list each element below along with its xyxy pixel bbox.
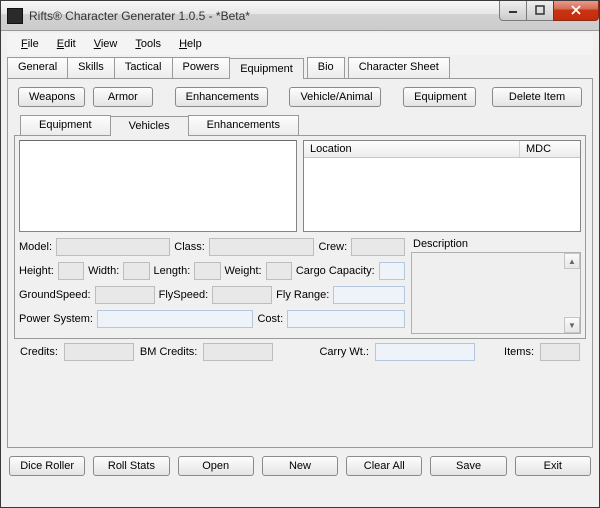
scroll-down-icon[interactable]: ▼ (564, 317, 580, 333)
input-weight[interactable] (266, 262, 292, 280)
input-flyspeed[interactable] (212, 286, 272, 304)
app-window: Rifts® Character Generater 1.0.5 - *Beta… (0, 0, 600, 508)
input-groundspeed[interactable] (95, 286, 155, 304)
titlebar: Rifts® Character Generater 1.0.5 - *Beta… (1, 1, 599, 31)
input-cost[interactable] (287, 310, 405, 328)
exit-button[interactable]: Exit (515, 456, 591, 476)
label-carrywt: Carry Wt.: (319, 346, 369, 358)
clear-all-button[interactable]: Clear All (346, 456, 422, 476)
description-scrollbar[interactable]: ▲ ▼ (564, 253, 580, 333)
open-button[interactable]: Open (178, 456, 254, 476)
input-flyrange[interactable] (333, 286, 405, 304)
input-model[interactable] (56, 238, 170, 256)
scroll-up-icon[interactable]: ▲ (564, 253, 580, 269)
label-bmcredits: BM Credits: (140, 346, 197, 358)
vehicle-animal-button[interactable]: Vehicle/Animal (289, 87, 381, 107)
tab-general[interactable]: General (7, 57, 68, 78)
label-weight: Weight: (225, 265, 262, 277)
label-items: Items: (504, 346, 534, 358)
input-length[interactable] (194, 262, 220, 280)
label-height: Height: (19, 265, 54, 277)
menu-view[interactable]: View (86, 36, 126, 52)
save-button[interactable]: Save (430, 456, 506, 476)
label-crew: Crew: (318, 241, 347, 253)
col-location[interactable]: Location (304, 141, 520, 157)
vehicle-list[interactable] (19, 140, 297, 232)
tab-powers[interactable]: Powers (172, 57, 231, 78)
roll-stats-button[interactable]: Roll Stats (93, 456, 169, 476)
menu-file[interactable]: File (13, 36, 47, 52)
menubar: File Edit View Tools Help (7, 33, 593, 55)
label-cargo: Cargo Capacity: (296, 265, 375, 277)
input-bmcredits[interactable] (203, 343, 273, 361)
col-mdc[interactable]: MDC (520, 141, 580, 157)
label-flyspeed: FlySpeed: (159, 289, 209, 301)
armor-button[interactable]: Armor (93, 87, 153, 107)
input-height[interactable] (58, 262, 84, 280)
new-button[interactable]: New (262, 456, 338, 476)
vehicles-panel: Location MDC Model: Class: Crew: (14, 135, 586, 339)
close-button[interactable] (553, 1, 599, 21)
weapons-button[interactable]: Weapons (18, 87, 85, 107)
input-crew[interactable] (351, 238, 405, 256)
window-controls (500, 1, 599, 21)
label-class: Class: (174, 241, 205, 253)
label-flyrange: Fly Range: (276, 289, 329, 301)
vehicle-form: Model: Class: Crew: Height: Width: Lengt… (19, 238, 405, 334)
tab-skills[interactable]: Skills (67, 57, 115, 78)
input-class[interactable] (209, 238, 315, 256)
label-width: Width: (88, 265, 119, 277)
dice-roller-button[interactable]: Dice Roller (9, 456, 85, 476)
credits-row: Credits: BM Credits: Carry Wt.: Items: (14, 339, 586, 365)
tab-equipment[interactable]: Equipment (229, 58, 304, 79)
input-credits[interactable] (64, 343, 134, 361)
app-icon (7, 8, 23, 24)
maximize-button[interactable] (526, 1, 554, 21)
tab-bio[interactable]: Bio (307, 57, 345, 78)
equipment-panel: Weapons Armor Enhancements Vehicle/Anima… (7, 78, 593, 448)
table-header: Location MDC (304, 141, 580, 158)
label-model: Model: (19, 241, 52, 253)
category-buttons: Weapons Armor Enhancements Vehicle/Anima… (14, 85, 586, 113)
delete-item-button[interactable]: Delete Item (492, 87, 582, 107)
menu-help[interactable]: Help (171, 36, 210, 52)
location-mdc-table[interactable]: Location MDC (303, 140, 581, 232)
tab-character-sheet[interactable]: Character Sheet (348, 57, 450, 78)
equipment-button[interactable]: Equipment (403, 87, 476, 107)
label-credits: Credits: (20, 346, 58, 358)
label-cost: Cost: (257, 313, 283, 325)
minimize-button[interactable] (499, 1, 527, 21)
sub-tabs: Equipment Vehicles Enhancements (20, 115, 586, 135)
menu-tools[interactable]: Tools (127, 36, 169, 52)
subtab-enhancements[interactable]: Enhancements (188, 115, 299, 135)
subtab-vehicles[interactable]: Vehicles (110, 116, 189, 136)
footer-buttons: Dice Roller Roll Stats Open New Clear Al… (1, 452, 599, 484)
input-items[interactable] (540, 343, 580, 361)
label-length: Length: (154, 265, 191, 277)
input-width[interactable] (123, 262, 149, 280)
label-powersystem: Power System: (19, 313, 93, 325)
input-carrywt[interactable] (375, 343, 475, 361)
enhancements-button[interactable]: Enhancements (175, 87, 268, 107)
input-powersystem[interactable] (97, 310, 253, 328)
main-tabs: General Skills Tactical Powers Equipment… (7, 57, 593, 78)
input-cargo[interactable] (379, 262, 405, 280)
tab-tactical[interactable]: Tactical (114, 57, 173, 78)
label-groundspeed: GroundSpeed: (19, 289, 91, 301)
label-description: Description (411, 238, 581, 252)
window-title: Rifts® Character Generater 1.0.5 - *Beta… (29, 9, 500, 23)
description-box[interactable]: ▲ ▼ (411, 252, 581, 334)
subtab-equipment[interactable]: Equipment (20, 115, 111, 135)
menu-edit[interactable]: Edit (49, 36, 84, 52)
